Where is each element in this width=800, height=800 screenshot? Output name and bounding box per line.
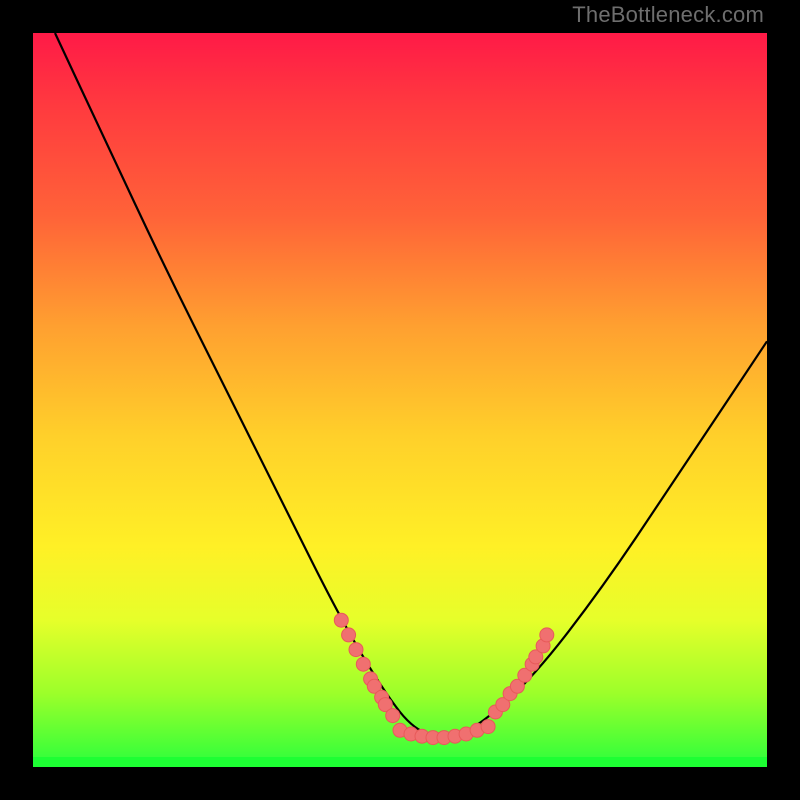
data-dot	[334, 613, 348, 627]
data-dot	[342, 628, 356, 642]
data-dot	[356, 657, 370, 671]
bottleneck-curve	[55, 33, 767, 736]
dots-cluster-left	[334, 613, 399, 722]
watermark-label: TheBottleneck.com	[572, 2, 764, 28]
data-dot	[540, 628, 554, 642]
chart-container: TheBottleneck.com	[0, 0, 800, 800]
dots-cluster-trough	[393, 720, 495, 745]
data-dot	[386, 709, 400, 723]
plot-area	[33, 33, 767, 767]
dots-cluster-right	[488, 628, 553, 719]
bottleneck-curve-svg	[33, 33, 767, 767]
data-dot	[481, 720, 495, 734]
data-dot	[349, 643, 363, 657]
